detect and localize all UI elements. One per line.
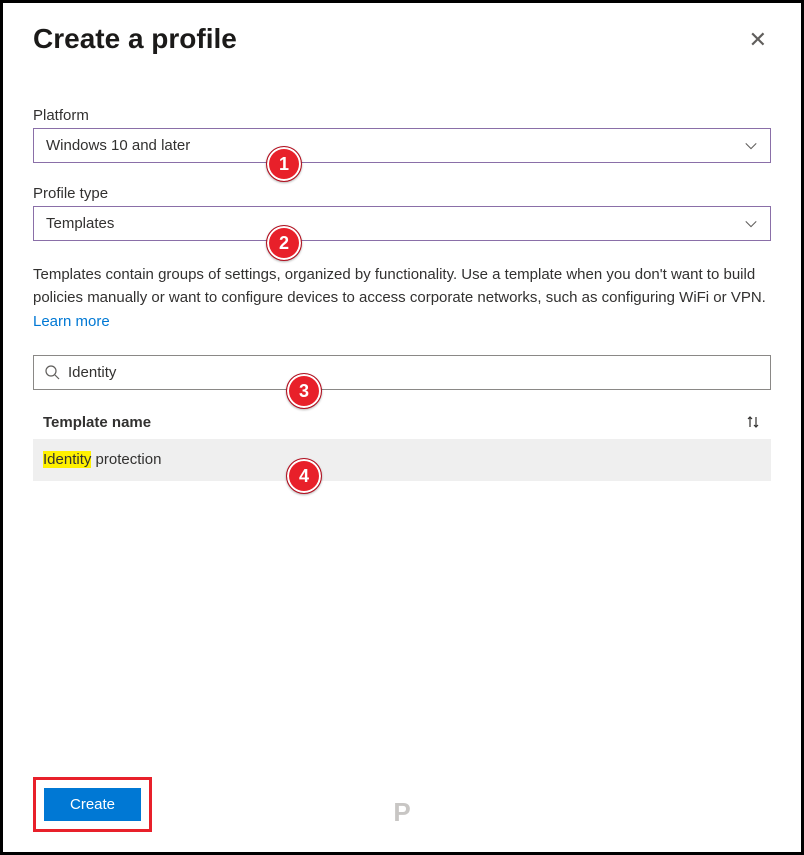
profile-type-value: Templates: [46, 215, 744, 232]
profile-type-label: Profile type: [33, 185, 771, 202]
sort-icon[interactable]: [745, 414, 761, 430]
column-header-template-name[interactable]: Template name: [43, 414, 151, 431]
platform-label: Platform: [33, 107, 771, 124]
search-input[interactable]: Identity: [33, 355, 771, 390]
annotation-badge-4: 4: [286, 458, 322, 494]
page-title: Create a profile: [33, 23, 237, 55]
annotation-badge-1: 1: [266, 146, 302, 182]
create-highlight-frame: Create: [33, 777, 152, 832]
close-button[interactable]: ✕: [745, 23, 771, 57]
row-text: Identity protection: [43, 451, 161, 468]
watermark-logo: P: [393, 797, 410, 828]
profile-type-select[interactable]: Templates: [33, 206, 771, 241]
table-row[interactable]: Identity protection: [33, 439, 771, 481]
annotation-badge-2: 2: [266, 225, 302, 261]
annotation-badge-3: 3: [286, 373, 322, 409]
search-icon: [44, 364, 60, 380]
learn-more-link[interactable]: Learn more: [33, 313, 110, 330]
chevron-down-icon: [744, 139, 758, 153]
chevron-down-icon: [744, 217, 758, 231]
create-button[interactable]: Create: [44, 788, 141, 821]
platform-select[interactable]: Windows 10 and later: [33, 128, 771, 163]
platform-value: Windows 10 and later: [46, 137, 744, 154]
search-value: Identity: [68, 364, 760, 381]
templates-description: Templates contain groups of settings, or…: [33, 263, 771, 333]
